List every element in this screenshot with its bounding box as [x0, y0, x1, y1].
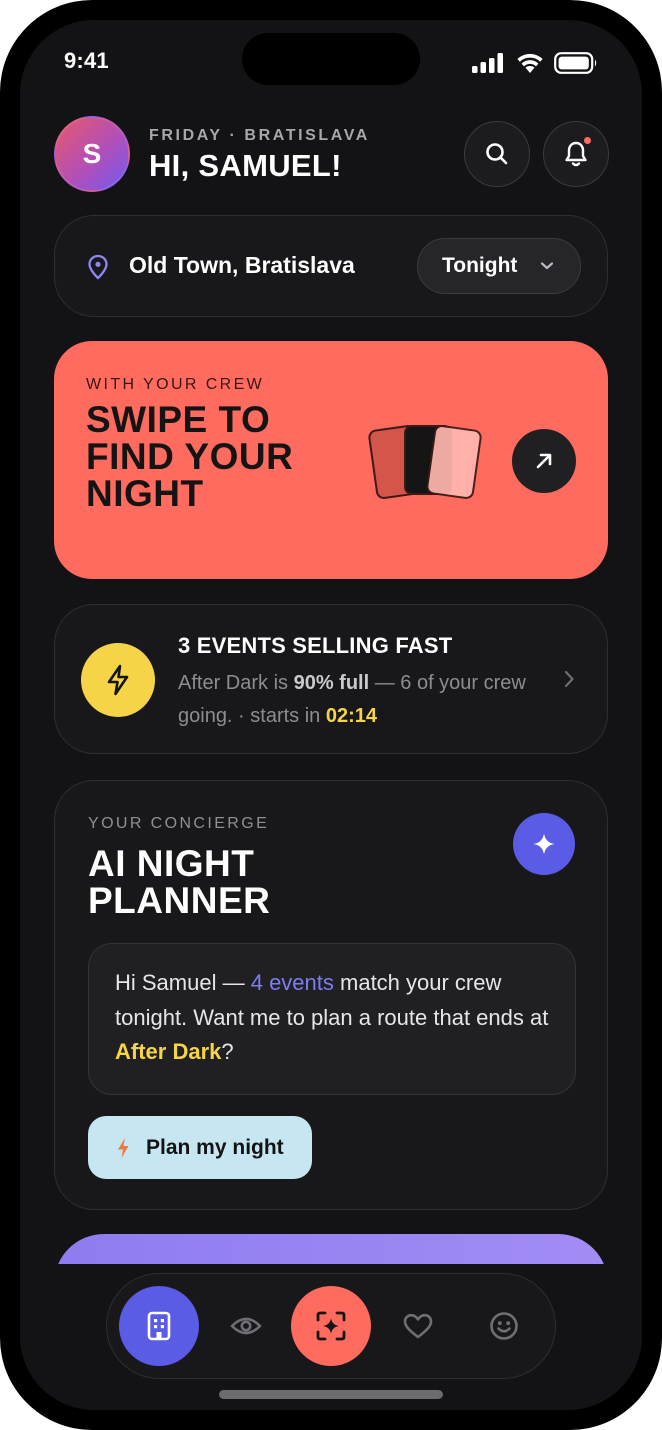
status-icons — [472, 52, 598, 74]
location-name: Old Town, Bratislava — [129, 252, 355, 278]
arrow-up-right-icon — [536, 453, 552, 469]
battery-icon — [554, 52, 597, 74]
header-subtitle: FRIDAY · BRATISLAVA — [149, 127, 370, 144]
countdown-timer: 02:14 — [325, 705, 377, 727]
avatar[interactable]: S — [54, 116, 130, 192]
ai-planner-card: YOUR CONCIERGE AI NIGHT PLANNER Hi Samue… — [54, 780, 608, 1210]
tab-profile[interactable] — [477, 1299, 531, 1353]
time-filter-dropdown[interactable]: Tonight — [417, 238, 581, 294]
stack-card-front — [425, 424, 483, 500]
tab-favorites[interactable] — [391, 1299, 445, 1353]
bolt-icon — [118, 1137, 129, 1158]
swipe-card[interactable]: WITH YOUR CREW SWIPE TO FIND YOUR NIGHT — [54, 341, 608, 579]
chevron-down-icon — [541, 262, 554, 270]
bolt-icon — [107, 664, 129, 696]
tab-home[interactable] — [119, 1286, 199, 1366]
venue-highlight: After Dark — [115, 1039, 222, 1064]
plan-my-night-button[interactable]: Plan my night — [88, 1116, 312, 1179]
status-time: 9:41 — [64, 48, 109, 73]
wifi-icon — [517, 53, 543, 73]
tab-bar — [106, 1273, 556, 1379]
notification-dot — [583, 136, 592, 145]
message-suffix: ? — [221, 1039, 234, 1064]
plan-button-label: Plan my night — [146, 1135, 284, 1159]
desc-prefix: After Dark is — [178, 672, 294, 694]
sparkle-icon — [533, 833, 555, 855]
ai-sparkle-button[interactable] — [513, 813, 575, 875]
ai-message-bubble: Hi Samuel — 4 events match your crew ton… — [88, 943, 576, 1095]
location-bar[interactable]: Old Town, Bratislava Tonight — [54, 215, 608, 317]
selling-fast-card[interactable]: 3 EVENTS SELLING FAST After Dark is 90% … — [54, 604, 608, 754]
card-stack-illustration — [367, 421, 492, 503]
eye-icon — [230, 1317, 262, 1335]
scan-sparkle-icon — [316, 1311, 346, 1341]
dynamic-island — [242, 33, 420, 85]
bolt-badge — [81, 643, 155, 717]
swipe-title: SWIPE TO FIND YOUR NIGHT — [86, 399, 294, 514]
tab-discover[interactable] — [219, 1299, 273, 1353]
notifications-button[interactable] — [543, 121, 609, 187]
building-icon — [147, 1311, 171, 1341]
location-pin-icon — [88, 254, 108, 280]
events-count-link[interactable]: 4 events — [251, 970, 334, 995]
planner-eyebrow: YOUR CONCIERGE — [88, 815, 270, 832]
chevron-right-icon — [564, 670, 574, 688]
smile-icon — [490, 1312, 518, 1340]
open-swipe-button[interactable] — [512, 429, 576, 493]
swipe-eyebrow: WITH YOUR CREW — [86, 376, 265, 393]
search-icon — [486, 143, 508, 165]
desc-capacity: 90% full — [293, 672, 370, 694]
tab-scan[interactable] — [291, 1286, 371, 1366]
page-title: HI, SAMUEL! — [149, 148, 342, 183]
phone-frame: 9:41 S FRIDAY · BRATISLAVA HI, SAMUEL! O… — [0, 0, 662, 1430]
home-indicator — [219, 1390, 443, 1399]
heart-icon — [403, 1313, 433, 1339]
time-filter-value: Tonight — [442, 254, 518, 277]
signal-icon — [472, 53, 503, 73]
message-prefix: Hi Samuel — — [115, 970, 251, 995]
planner-title: AI NIGHT PLANNER — [88, 843, 271, 921]
avatar-initial: S — [82, 138, 102, 169]
selling-fast-title: 3 EVENTS SELLING FAST — [178, 633, 453, 658]
selling-fast-description: After Dark is 90% full — 6 of your crew … — [178, 667, 548, 733]
search-button[interactable] — [464, 121, 530, 187]
app-screen: 9:41 S FRIDAY · BRATISLAVA HI, SAMUEL! O… — [20, 20, 642, 1410]
